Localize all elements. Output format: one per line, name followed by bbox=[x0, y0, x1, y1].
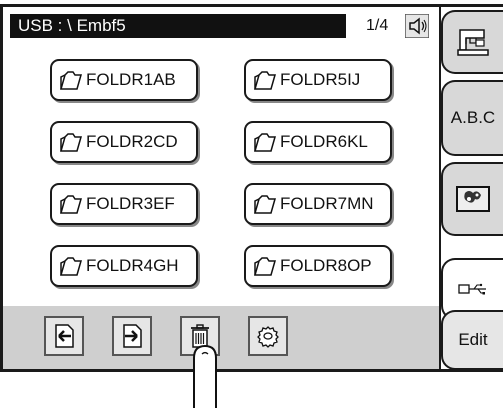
folder-icon bbox=[60, 257, 82, 276]
tab-embroidery[interactable] bbox=[441, 162, 503, 236]
folder-button-5[interactable]: FOLDR5IJ bbox=[244, 59, 392, 101]
folder-button-6[interactable]: FOLDR6KL bbox=[244, 121, 392, 163]
pointing-finger-icon bbox=[193, 344, 217, 408]
folder-label: FOLDR5IJ bbox=[280, 70, 361, 89]
embroidery-design-icon bbox=[456, 186, 490, 212]
folder-button-3[interactable]: FOLDR3EF bbox=[50, 183, 198, 225]
folder-icon bbox=[254, 257, 276, 276]
settings-button[interactable] bbox=[248, 316, 288, 356]
tab-abc-label: A.B.C bbox=[450, 108, 496, 127]
folder-label: FOLDR6KL bbox=[280, 132, 368, 151]
page-indicator: 1/4 bbox=[366, 17, 389, 34]
tab-sewing-machine[interactable] bbox=[441, 10, 503, 74]
folder-icon bbox=[254, 195, 276, 214]
folder-button-2[interactable]: FOLDR2CD bbox=[50, 121, 198, 163]
path-title: USB : \ Embf5 bbox=[10, 14, 346, 38]
folder-label: FOLDR7MN bbox=[280, 194, 374, 213]
folder-label: FOLDR8OP bbox=[280, 256, 372, 275]
folder-icon bbox=[60, 71, 82, 90]
settings-gear-icon bbox=[257, 326, 279, 348]
speaker-icon[interactable] bbox=[404, 13, 430, 39]
usb-icon bbox=[458, 283, 486, 295]
folder-icon bbox=[60, 195, 82, 214]
folder-icon bbox=[254, 71, 276, 90]
folder-button-4[interactable]: FOLDR4GH bbox=[50, 245, 198, 287]
folder-label: FOLDR3EF bbox=[86, 194, 175, 213]
folder-button-1[interactable]: FOLDR1AB bbox=[50, 59, 198, 101]
folder-label: FOLDR1AB bbox=[86, 70, 176, 89]
screen: USB : \ Embf5 1/4 FOLDR1AB FOLDR5IJ FOLD… bbox=[0, 0, 503, 372]
folder-button-8[interactable]: FOLDR8OP bbox=[244, 245, 392, 287]
prev-page-button[interactable] bbox=[44, 316, 84, 356]
screen-frame-top bbox=[0, 4, 503, 7]
screen-frame-left bbox=[0, 4, 3, 372]
screen-frame-bottom bbox=[0, 369, 503, 372]
tab-edit[interactable]: Edit bbox=[441, 310, 503, 370]
next-page-button[interactable] bbox=[112, 316, 152, 356]
folder-icon bbox=[254, 133, 276, 152]
folder-icon bbox=[60, 133, 82, 152]
folder-label: FOLDR4GH bbox=[86, 256, 179, 275]
folder-button-7[interactable]: FOLDR7MN bbox=[244, 183, 392, 225]
folder-label: FOLDR2CD bbox=[86, 132, 178, 151]
tab-edit-label: Edit bbox=[458, 330, 488, 349]
arrow-left-icon bbox=[55, 324, 74, 348]
sewing-machine-icon bbox=[457, 29, 489, 56]
tab-abc[interactable]: A.B.C bbox=[441, 80, 503, 156]
arrow-right-icon bbox=[123, 324, 142, 348]
